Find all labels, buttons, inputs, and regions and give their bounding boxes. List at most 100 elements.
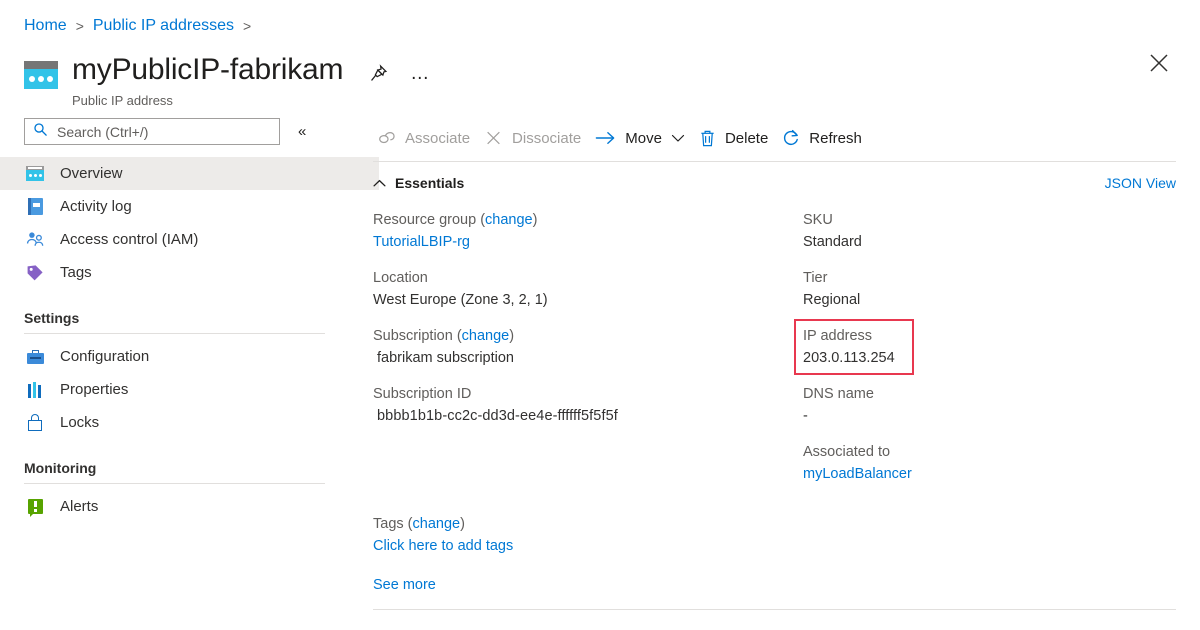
page-title: myPublicIP-fabrikam [72,52,343,88]
search-icon [33,122,48,142]
sidebar-item-properties[interactable]: Properties [0,373,355,406]
breadcrumb-item-home[interactable]: Home [24,17,67,35]
resource-group-value: TutorialLBIP-rg [373,231,803,253]
locks-icon [24,413,46,433]
overview-icon [24,164,46,184]
tags-label: Tags (change) [373,513,1200,535]
sidebar-item-label: Configuration [60,347,149,367]
trash-icon [699,129,716,148]
dissociate-label: Dissociate [512,130,581,147]
tags-property: Tags (change) Click here to add tags [373,513,1200,557]
essentials-toggle[interactable]: Essentials [373,175,464,191]
sku-label: SKU [803,209,1133,231]
location-property: Location West Europe (Zone 3, 2, 1) [373,267,803,311]
subscription-change-link[interactable]: change [462,328,510,344]
tier-value: Regional [803,289,1133,311]
sidebar-item-label: Properties [60,380,128,400]
sidebar-item-access-control[interactable]: Access control (IAM) [0,223,355,256]
essentials-title: Essentials [395,175,464,191]
essentials-left-column: Resource group (change) TutorialLBIP-rg … [373,209,803,499]
arrow-right-icon [595,130,616,146]
configuration-icon [24,347,46,367]
tags-change-link[interactable]: change [413,516,461,532]
location-value: West Europe (Zone 3, 2, 1) [373,289,803,311]
tags-value: Click here to add tags [373,535,1200,557]
link-icon [377,130,396,147]
chevron-down-icon[interactable] [671,133,685,143]
location-label: Location [373,267,803,289]
essentials-header: Essentials JSON View [373,175,1200,191]
ip-address-value: 203.0.113.254 [803,347,1133,369]
tier-property: Tier Regional [803,267,1133,311]
sidebar-collapse-button[interactable]: « [298,124,306,139]
public-ip-address-icon [24,61,58,89]
label-text: Resource group [373,212,476,228]
ip-address-property: IP address 203.0.113.254 [803,325,1133,369]
sidebar-item-label: Overview [60,164,123,184]
sidebar-divider [24,483,325,484]
tags-icon [24,263,46,283]
sidebar-item-alerts[interactable]: Alerts [0,490,355,523]
dns-name-property: DNS name - [803,383,1133,427]
main-content: Associate Dissociate Move [355,114,1200,619]
refresh-label: Refresh [809,130,862,147]
dns-name-label: DNS name [803,383,1133,405]
sidebar: « Overview Activity log [0,114,355,619]
close-icon[interactable] [1148,52,1170,79]
sidebar-divider [24,333,325,334]
sidebar-group-title-settings: Settings [0,310,355,326]
breadcrumb-item-public-ip-addresses[interactable]: Public IP addresses [93,17,234,35]
json-view-link[interactable]: JSON View [1105,175,1176,191]
refresh-icon [782,129,800,147]
sidebar-group-title-monitoring: Monitoring [0,460,355,476]
see-more-link[interactable]: See more [373,577,436,593]
sidebar-item-locks[interactable]: Locks [0,406,355,439]
search-box[interactable] [24,118,280,145]
essentials-right-column: SKU Standard Tier Regional IP address 20… [803,209,1133,499]
alerts-icon [24,497,46,517]
add-tags-link[interactable]: Click here to add tags [373,538,513,554]
resource-group-link[interactable]: TutorialLBIP-rg [373,234,470,250]
sidebar-item-label: Locks [60,413,99,433]
paren-close: ) [533,212,538,228]
associated-to-value: myLoadBalancer [803,463,1133,485]
refresh-button[interactable]: Refresh [778,122,872,154]
page-title-block: myPublicIP-fabrikam Public IP address [72,52,343,109]
move-label: Move [625,130,662,147]
label-text: Subscription [373,328,453,344]
subscription-id-label: Subscription ID [373,383,803,405]
delete-button[interactable]: Delete [695,122,778,154]
paren-close: ) [460,516,465,532]
pin-icon[interactable] [369,64,388,83]
close-x-icon [484,129,503,147]
sidebar-item-overview[interactable]: Overview [0,157,379,190]
sidebar-item-label: Tags [60,263,92,283]
move-button[interactable]: Move [591,122,695,154]
sku-value: Standard [803,231,1133,253]
resource-group-change-link[interactable]: change [485,212,533,228]
search-input[interactable] [55,123,269,141]
see-more-row: See more [373,577,1200,593]
breadcrumb: Home > Public IP addresses > [0,0,1200,38]
sidebar-item-label: Activity log [60,197,132,217]
properties-icon [24,380,46,400]
subscription-property: Subscription (change) fabrikam subscript… [373,325,803,369]
command-bar-divider [373,161,1176,162]
essentials-properties: Resource group (change) TutorialLBIP-rg … [373,209,1200,499]
resource-group-property: Resource group (change) TutorialLBIP-rg [373,209,803,253]
label-text: Tags [373,516,404,532]
sidebar-item-label: Alerts [60,497,98,517]
associated-to-link[interactable]: myLoadBalancer [803,466,912,482]
ellipsis-icon[interactable]: … [410,69,431,79]
associated-to-property: Associated to myLoadBalancer [803,441,1133,485]
breadcrumb-separator: > [243,18,251,34]
access-control-icon [24,230,46,250]
sidebar-item-tags[interactable]: Tags [0,256,355,289]
page-header-actions: … [369,64,431,83]
sidebar-item-configuration[interactable]: Configuration [0,340,355,373]
activity-log-icon [24,197,46,217]
dissociate-button[interactable]: Dissociate [480,122,591,154]
associate-button[interactable]: Associate [373,122,480,154]
sidebar-item-activity-log[interactable]: Activity log [0,190,355,223]
tier-label: Tier [803,267,1133,289]
